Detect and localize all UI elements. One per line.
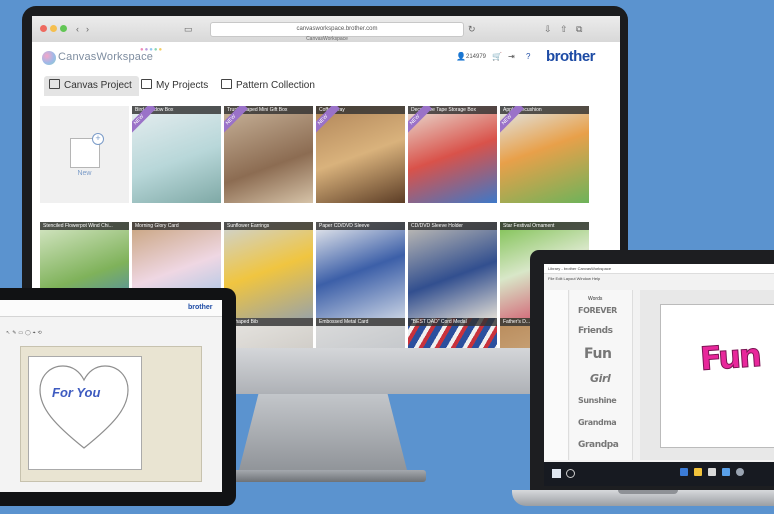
project-card[interactable]: Trunk-shaped Mini Gift Box NEW [224,106,313,203]
canvas-project-icon [49,79,60,89]
project-title: Paper CD/DVD Sleeve [316,222,405,230]
laptop-tool-sidebar[interactable] [544,290,569,460]
color-dots-decoration: ●●●●● [140,47,164,53]
forward-arrow-icon[interactable]: › [86,24,89,34]
project-card[interactable]: Bird Shadow Box NEW [132,106,221,203]
project-title: Stenciled Flowerpot Wind Chi... [40,222,129,230]
brother-logo: brother [546,48,596,65]
taskbar-mail-icon[interactable] [722,468,730,476]
user-icon[interactable]: 👤 [456,52,466,61]
project-title: ...-shaped Bib [224,318,313,326]
imac-foot [220,470,426,482]
project-title: Morning Glory Card [132,222,221,230]
imac-stand [238,394,408,474]
app-logo-text: CanvasWorkspace [58,51,154,63]
word-item[interactable]: FOREVER [578,306,617,315]
sidebar-icon[interactable]: ▭ [184,24,193,34]
download-icon[interactable]: ⇩ [544,24,552,34]
project-card[interactable]: Paper CD/DVD Sleeve [316,222,405,319]
back-arrow-icon[interactable]: ‹ [76,24,79,34]
project-card[interactable]: CD/DVD Sleeve Holder [408,222,497,319]
taskbar-folder-icon[interactable] [694,468,702,476]
word-item[interactable]: Friends [578,326,613,336]
laptop-window-title: Library - brother CanvasWorkspace [544,264,774,274]
tablet-canvas-text[interactable]: For You [52,385,100,400]
word-item[interactable]: Grandpa [578,440,619,450]
cortana-search-icon[interactable] [566,469,575,478]
share-icon[interactable]: ⇧ [560,24,568,34]
minimize-window-button[interactable] [50,25,57,32]
project-card[interactable]: Embossed Metal Card [316,318,405,348]
project-card[interactable]: Apple Pincushion NEW [500,106,589,203]
words-panel-title: Words [588,296,603,302]
project-title: Star Festival Ornament [500,222,589,230]
laptop-menu-bar[interactable]: File Edit Layout Window Help [548,276,600,281]
project-card[interactable]: "BEST DAD" Cord Medal [408,318,497,348]
zoom-window-button[interactable] [60,25,67,32]
canvasworkspace-logo-icon [42,51,56,65]
word-item[interactable]: Girl [590,372,611,385]
taskbar-app-icon[interactable] [680,468,688,476]
new-project-card[interactable]: + New [40,106,129,203]
user-id: 214979 [466,54,487,60]
browser-toolbar: ‹ › ▭ canvasworkspace.brother.com ↻ ⇩ ⇧ … [32,16,620,43]
project-card[interactable]: Sunflower Earrings [224,222,313,319]
heart-shape-icon[interactable] [36,362,132,454]
tab-canvas-project[interactable]: Canvas Project [44,76,139,96]
my-projects-icon [141,79,152,89]
word-item[interactable]: Grandma [578,418,617,427]
tab-my-projects[interactable]: My Projects [136,76,215,96]
close-window-button[interactable] [40,25,47,32]
address-bar[interactable]: canvasworkspace.brother.com [210,22,464,37]
tab-label: Canvas Project [64,80,132,91]
project-title: Embossed Metal Card [316,318,405,326]
project-card[interactable]: Coffee Tray NEW [316,106,405,203]
project-title: "BEST DAD" Cord Medal [408,318,497,326]
laptop-notch [618,490,678,494]
taskbar-browser-icon[interactable] [736,468,744,476]
laptop-canvas-text[interactable]: Fun [698,335,761,378]
tablet-brother-logo: brother [188,304,213,311]
new-project-label: New [77,170,92,177]
tabs-icon[interactable]: ⧉ [576,24,582,34]
project-title: Sunflower Earrings [224,222,313,230]
reload-icon[interactable]: ↻ [468,24,476,34]
tab-label: Pattern Collection [236,80,315,91]
logout-icon[interactable]: ⇥ [508,52,515,61]
word-item[interactable]: Sunshine [578,396,617,405]
word-item[interactable]: Fun [584,346,612,362]
taskbar-store-icon[interactable] [708,468,716,476]
tab-label: My Projects [156,80,209,91]
tab-pattern-collection[interactable]: Pattern Collection [216,76,322,96]
project-title: CD/DVD Sleeve Holder [408,222,497,230]
project-card[interactable]: Decorative Tape Storage Box NEW [408,106,497,203]
pattern-collection-icon [221,79,232,89]
tablet-tool-icons[interactable]: ↖✎▭◯⌖⟲ [6,330,96,336]
windows-start-icon[interactable] [552,469,561,478]
project-card[interactable]: ...-shaped Bib [224,318,313,348]
shopping-cart-icon[interactable]: 🛒 [492,52,502,61]
plus-icon: + [92,133,104,145]
help-icon[interactable]: ? [526,52,530,61]
